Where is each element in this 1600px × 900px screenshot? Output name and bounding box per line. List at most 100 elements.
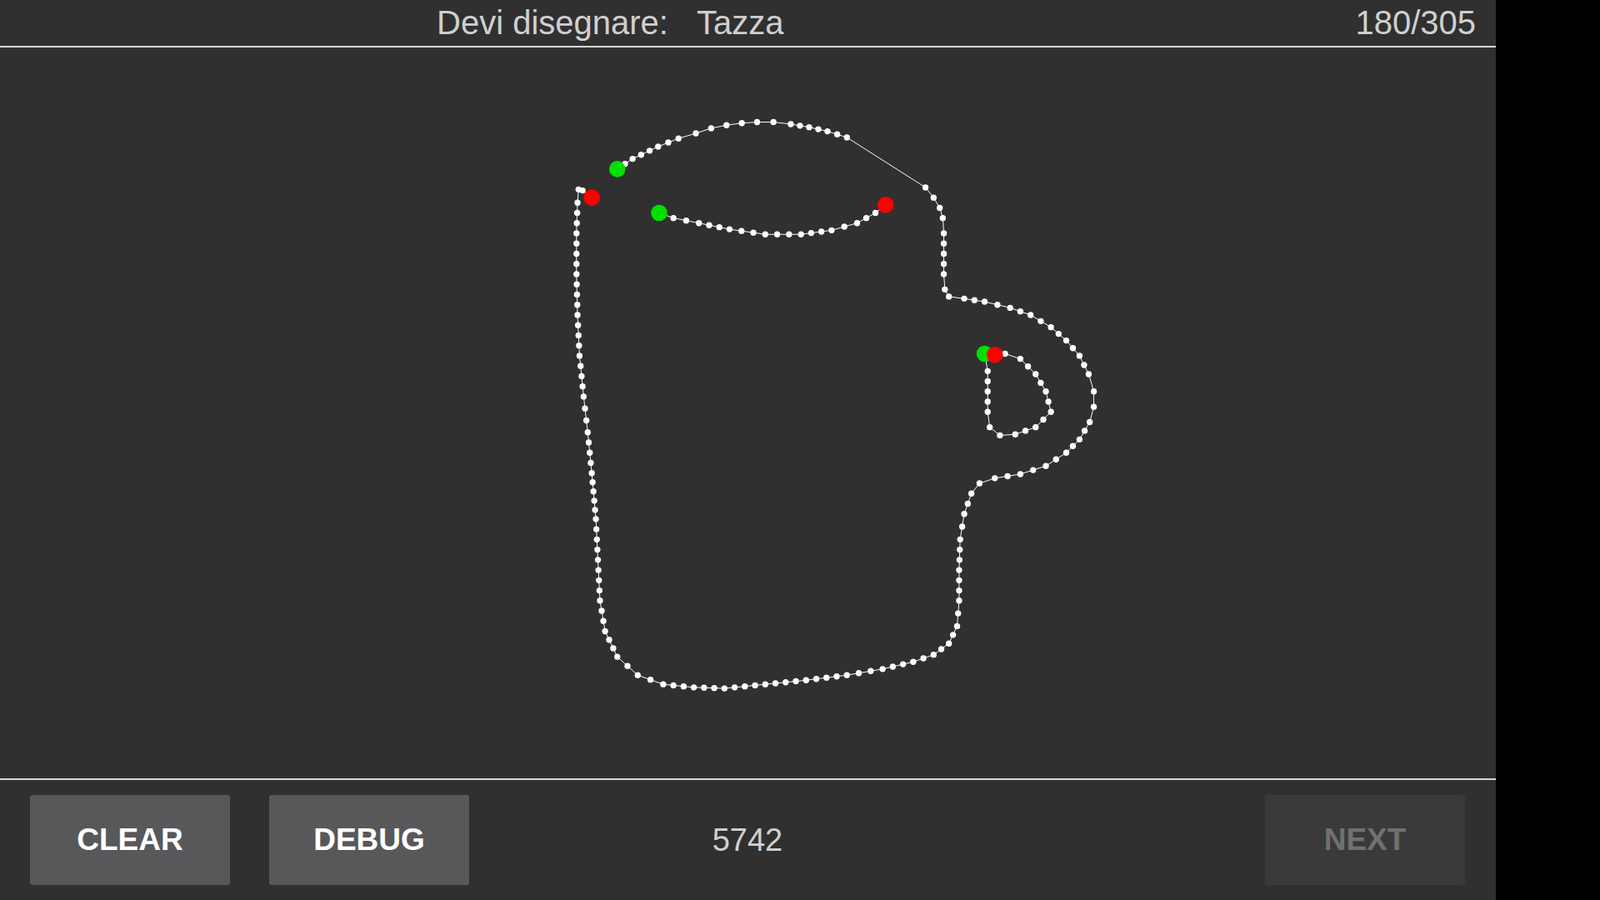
stroke-dot [1032, 424, 1039, 430]
stroke-dot [1017, 355, 1024, 362]
stroke-dot [985, 388, 991, 395]
app: Devi disegnare:Tazza180/305CLEARDEBUG574… [0, 0, 1600, 900]
stroke-dot [590, 488, 596, 495]
stroke-dot [1070, 345, 1076, 351]
stroke-dot [986, 424, 993, 430]
stroke-dot [585, 439, 592, 445]
stroke-dot [700, 685, 707, 691]
stroke-dot [1055, 330, 1062, 337]
stroke-dot [573, 270, 580, 277]
stroke-dot [950, 631, 956, 638]
stroke [976, 345, 1055, 439]
stroke-dot [930, 194, 937, 200]
prompt: Devi disegnare: Tazza [436, 4, 784, 42]
stroke-dot [1090, 403, 1097, 410]
stroke-dot [596, 597, 603, 604]
stroke-dot [680, 683, 687, 690]
stroke-dot [660, 681, 666, 688]
stroke-dot [890, 663, 896, 670]
stroke-dot [920, 655, 926, 661]
stroke-dot [879, 665, 885, 672]
stroke-dot [867, 668, 874, 675]
stroke-dot [670, 682, 676, 689]
stroke-dot [723, 122, 730, 129]
stroke-dot [594, 536, 600, 543]
drawing[interactable] [0, 47, 1496, 779]
stroke-dot [751, 682, 758, 689]
stroke-dot [1012, 431, 1019, 438]
stroke-dot [956, 556, 963, 563]
stroke-dot [1042, 388, 1049, 395]
action-button[interactable]: CLEAR [30, 795, 230, 885]
stroke-dot [588, 470, 595, 476]
stroke-dot [954, 623, 960, 630]
stroke-dot [581, 405, 588, 412]
stroke-dot [575, 322, 581, 329]
footer: CLEARDEBUG5742NEXT [0, 778, 1496, 900]
stroke-dot [956, 546, 963, 553]
stroke-dot [985, 368, 991, 375]
action-button[interactable]: DEBUG [269, 795, 470, 885]
stroke-dot [813, 675, 820, 682]
stroke-dot [646, 147, 653, 154]
stroke-dot [1063, 337, 1070, 344]
start-marker [609, 160, 626, 178]
stroke-dot [938, 645, 945, 652]
stroke-dot [610, 645, 616, 651]
stroke-dot [695, 220, 702, 226]
stroke-dot [1045, 398, 1051, 405]
stroke-dot [841, 223, 848, 230]
stroke-dot [1030, 466, 1036, 473]
stroke-dot [797, 231, 804, 238]
drawing-canvas[interactable] [0, 47, 1496, 779]
stroke-dot [692, 130, 699, 136]
stroke-dot [940, 215, 946, 221]
stroke-dot [910, 659, 916, 665]
stroke [573, 119, 1097, 692]
stroke-dot [586, 450, 593, 456]
stroke-dot [589, 479, 595, 485]
stroke-dot [741, 683, 748, 690]
stroke-line [659, 205, 886, 235]
stroke-dot [1080, 361, 1087, 368]
stroke-dot [578, 373, 585, 380]
stroke-dot [1081, 427, 1088, 434]
footer-right: NEXT [782, 795, 1465, 885]
stroke-dot [1022, 427, 1029, 434]
start-marker [650, 205, 668, 222]
stroke-dot [936, 205, 943, 211]
stroke-dot [985, 409, 991, 415]
stroke-dot [629, 155, 635, 162]
stroke-dot [955, 566, 962, 573]
stroke-dot [573, 240, 580, 247]
stroke-dot [774, 231, 780, 238]
stroke-dot [738, 227, 745, 234]
stroke-dot [721, 685, 728, 691]
main: Devi disegnare:Tazza180/305CLEARDEBUG574… [0, 0, 1496, 900]
stroke-dot [598, 607, 605, 614]
stroke-dot [614, 653, 620, 660]
stroke-dot [585, 429, 591, 435]
stroke-dot [1004, 473, 1010, 480]
stroke-dot [574, 301, 580, 308]
stroke-dot [665, 139, 671, 145]
prompt-label: Devi disegnare: [436, 4, 669, 42]
stroke-dot [574, 220, 580, 226]
stroke-dot [805, 124, 812, 130]
stroke-dot [971, 297, 978, 304]
stroke-dot [583, 417, 590, 424]
stroke-dot [577, 363, 584, 370]
stroke-dot [922, 184, 929, 190]
next-button[interactable]: NEXT [1265, 795, 1465, 885]
stroke-dot [573, 281, 580, 288]
target-word: Tazza [696, 4, 785, 42]
stroke-dot [787, 120, 794, 127]
stroke-dot [796, 122, 803, 129]
stroke-dot [655, 143, 661, 150]
stroke-dot [576, 352, 583, 359]
stroke-dot [593, 525, 600, 532]
stroke-dot [823, 675, 830, 681]
stroke-dot [1070, 443, 1076, 450]
stroke-line [576, 122, 1095, 690]
stroke-dot [945, 640, 952, 647]
